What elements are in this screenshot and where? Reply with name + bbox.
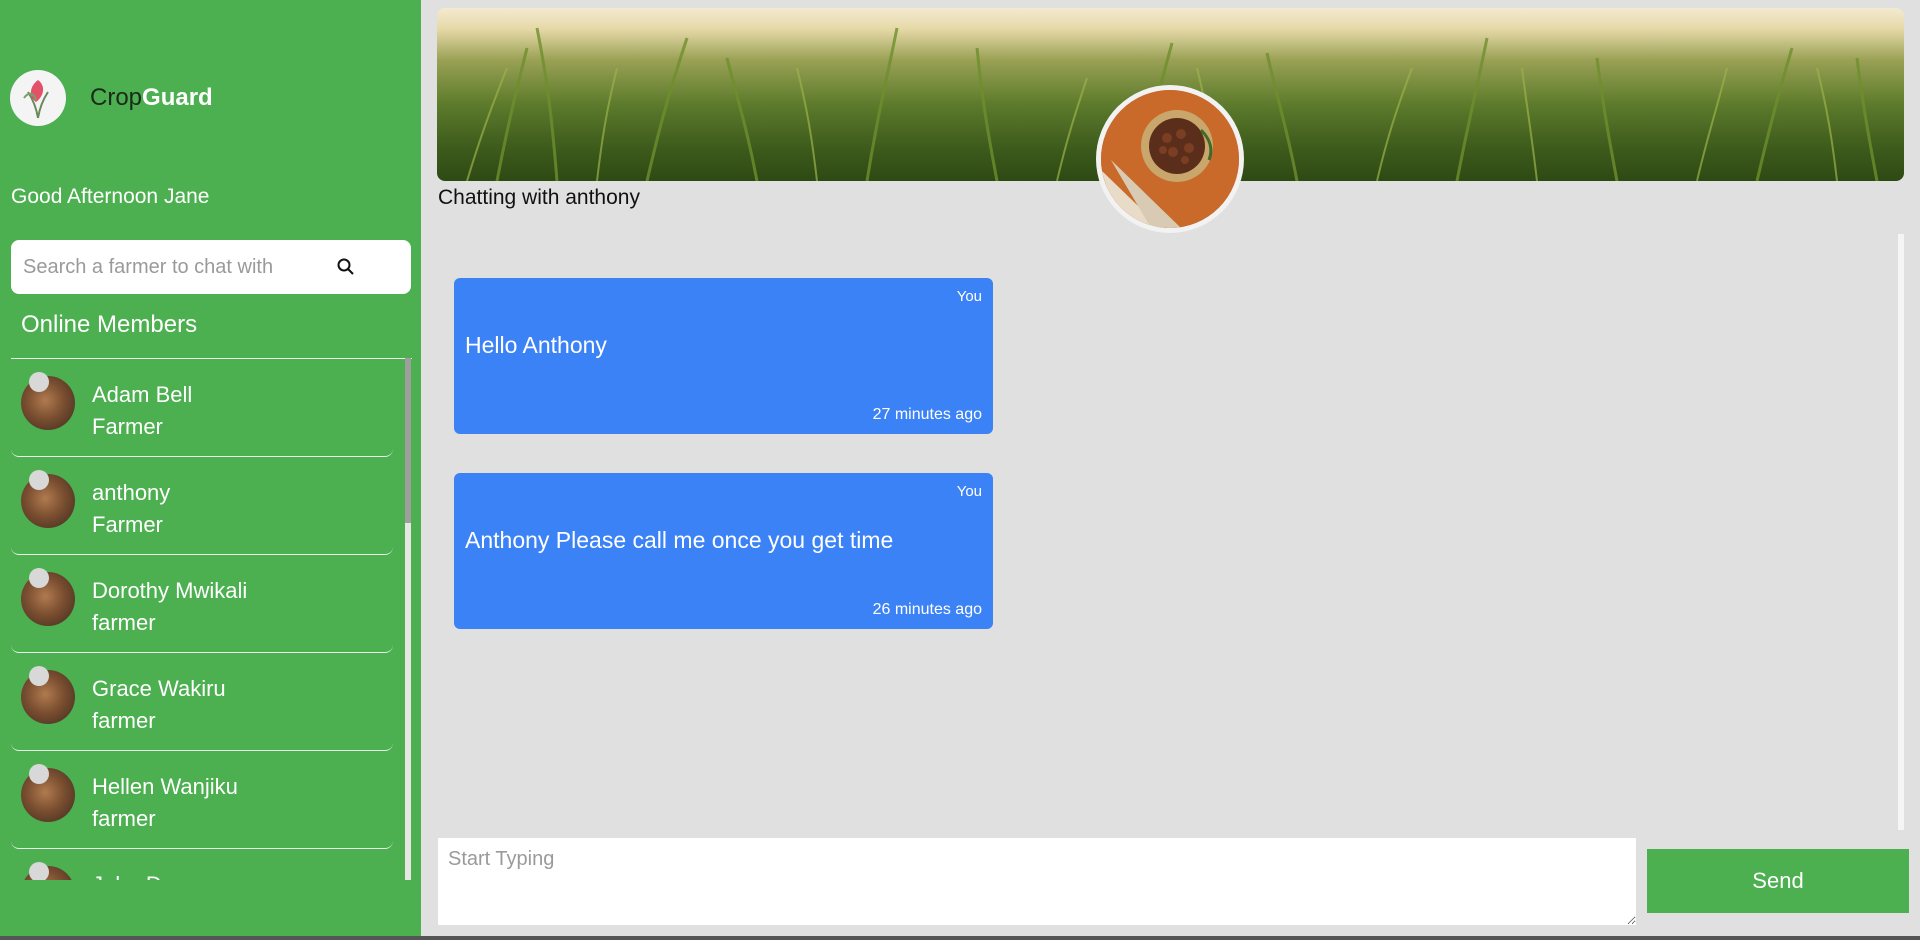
message-time: 26 minutes ago: [872, 601, 982, 618]
brand-name: CropGuard: [90, 84, 213, 112]
member-item[interactable]: Grace Wakiru farmer: [11, 653, 393, 751]
status-dot: [29, 372, 49, 392]
member-item[interactable]: Hellen Wanjiku farmer: [11, 751, 393, 849]
member-text: anthony Farmer: [92, 477, 170, 541]
brand-name-part1: Crop: [90, 84, 143, 111]
message-sender: You: [956, 483, 982, 500]
status-dot: [29, 862, 49, 880]
message-sender: You: [956, 288, 982, 305]
sidebar: CropGuard Good Afternoon Jane Online Mem…: [0, 0, 421, 940]
brand-name-part2: Guard: [142, 84, 213, 111]
status-dot: [29, 666, 49, 686]
members-scrollbar-thumb[interactable]: [405, 358, 411, 523]
send-button[interactable]: Send: [1647, 849, 1909, 913]
message-input[interactable]: [438, 838, 1636, 925]
status-dot: [29, 568, 49, 588]
member-role: farmer: [92, 708, 156, 733]
member-text: Adam Bell Farmer: [92, 379, 192, 443]
greeting: Good Afternoon Jane: [11, 185, 210, 208]
message-bubble: You Anthony Please call me once you get …: [454, 473, 993, 629]
status-dot: [29, 764, 49, 784]
avatar: [21, 372, 75, 430]
member-item[interactable]: anthony Farmer: [11, 457, 393, 555]
status-dot: [29, 470, 49, 490]
member-role: Farmer: [92, 414, 163, 439]
search-box[interactable]: [11, 240, 411, 294]
window-bottom-edge: [0, 936, 1920, 940]
online-members-title: Online Members: [21, 311, 198, 338]
member-text: Dorothy Mwikali farmer: [92, 575, 247, 639]
avatar: [21, 666, 75, 724]
chat-title: Chatting with anthony: [438, 186, 640, 209]
member-item[interactable]: Adam Bell Farmer: [11, 359, 393, 457]
member-item[interactable]: Dorothy Mwikali farmer: [11, 555, 393, 653]
member-role: farmer: [92, 610, 156, 635]
avatar: [21, 764, 75, 822]
message-time: 27 minutes ago: [872, 406, 982, 423]
brand[interactable]: CropGuard: [10, 70, 213, 126]
message-text: Hello Anthony: [465, 332, 607, 358]
chat-scrollbar[interactable]: [1898, 234, 1904, 830]
member-name: Adam Bell: [92, 382, 193, 407]
search-input[interactable]: [21, 254, 331, 280]
message-text: Anthony Please call me once you get time: [465, 527, 894, 553]
member-role: farmer: [92, 806, 156, 831]
member-name: John D: [92, 869, 162, 880]
message-list: You Hello Anthony 27 minutes ago You Ant…: [437, 234, 1904, 830]
member-name: anthony: [92, 480, 171, 505]
member-item[interactable]: John D farmer: [11, 849, 393, 880]
member-role: Farmer: [92, 512, 163, 537]
avatar: [21, 568, 75, 626]
member-text: Hellen Wanjiku farmer: [92, 771, 238, 835]
cropguard-logo-icon: [10, 70, 66, 126]
member-name: Hellen Wanjiku: [92, 774, 238, 799]
search-icon[interactable]: [336, 257, 356, 277]
message-bubble: You Hello Anthony 27 minutes ago: [454, 278, 993, 434]
chat-partner-avatar: [1096, 85, 1244, 233]
members-list: Adam Bell Farmer anthony Farmer Dorothy …: [11, 358, 412, 880]
member-name: Dorothy Mwikali: [92, 578, 248, 603]
avatar: [21, 862, 75, 880]
member-text: John D farmer: [92, 869, 162, 880]
member-name: Grace Wakiru: [92, 676, 226, 701]
avatar: [21, 470, 75, 528]
member-text: Grace Wakiru farmer: [92, 673, 226, 737]
